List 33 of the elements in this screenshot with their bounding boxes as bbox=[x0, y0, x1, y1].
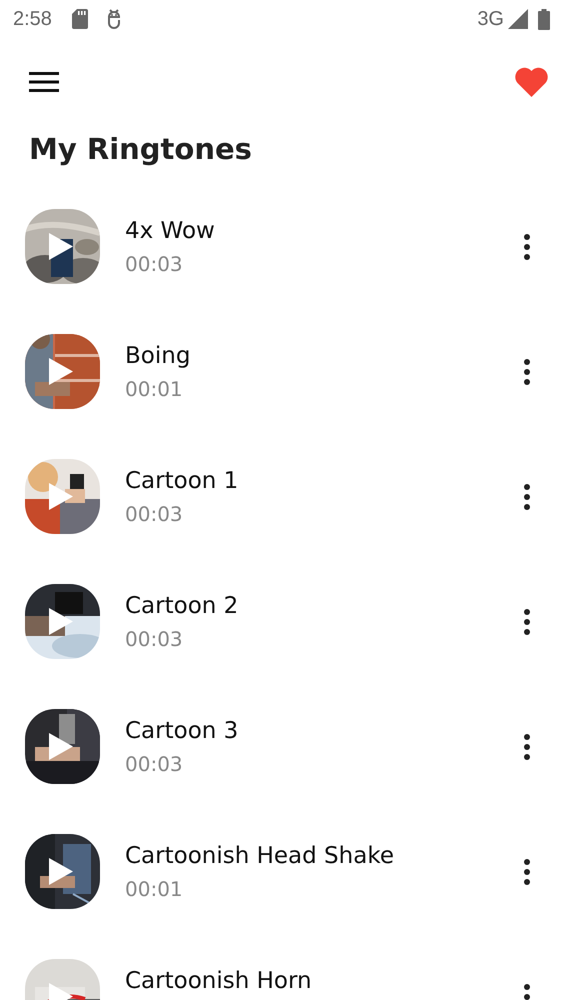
play-icon[interactable] bbox=[49, 483, 73, 510]
battery-icon bbox=[538, 8, 550, 30]
page-title: My Ringtones bbox=[29, 131, 253, 168]
ringtone-name: Boing bbox=[125, 342, 192, 371]
status-time: 2:58 bbox=[13, 8, 52, 30]
ringtone-name: Cartoonish Horn bbox=[125, 967, 313, 996]
ringtone-name: Cartoon 1 bbox=[125, 467, 240, 496]
signal-icon bbox=[508, 9, 528, 29]
favorites-button[interactable] bbox=[515, 66, 548, 96]
more-options-button[interactable] bbox=[524, 484, 530, 510]
more-options-button[interactable] bbox=[524, 734, 530, 760]
ringtone-name: Cartoon 2 bbox=[125, 592, 240, 621]
ringtone-duration: 00:03 bbox=[125, 626, 184, 653]
ringtone-name: Cartoon 3 bbox=[125, 717, 240, 746]
ringtone-duration: 00:03 bbox=[125, 751, 184, 778]
ringtone-duration: 00:01 bbox=[125, 876, 184, 903]
ringtone-duration: 00:01 bbox=[125, 376, 184, 403]
more-options-button[interactable] bbox=[524, 234, 530, 260]
ringtone-duration: 00:03 bbox=[125, 501, 184, 528]
play-icon[interactable] bbox=[49, 608, 73, 635]
robot-icon bbox=[106, 9, 122, 29]
sd-card-icon bbox=[72, 9, 88, 29]
play-icon[interactable] bbox=[49, 733, 73, 760]
play-icon[interactable] bbox=[49, 233, 73, 260]
more-options-button[interactable] bbox=[524, 859, 530, 885]
play-icon[interactable] bbox=[49, 858, 73, 885]
menu-button[interactable] bbox=[29, 72, 59, 92]
ringtone-name: 4x Wow bbox=[125, 217, 216, 246]
ringtone-duration: 00:03 bbox=[125, 251, 184, 278]
more-options-button[interactable] bbox=[524, 359, 530, 385]
more-options-button[interactable] bbox=[524, 609, 530, 635]
ringtone-name: Cartoonish Head Shake bbox=[125, 842, 395, 871]
network-type: 3G bbox=[477, 8, 504, 30]
